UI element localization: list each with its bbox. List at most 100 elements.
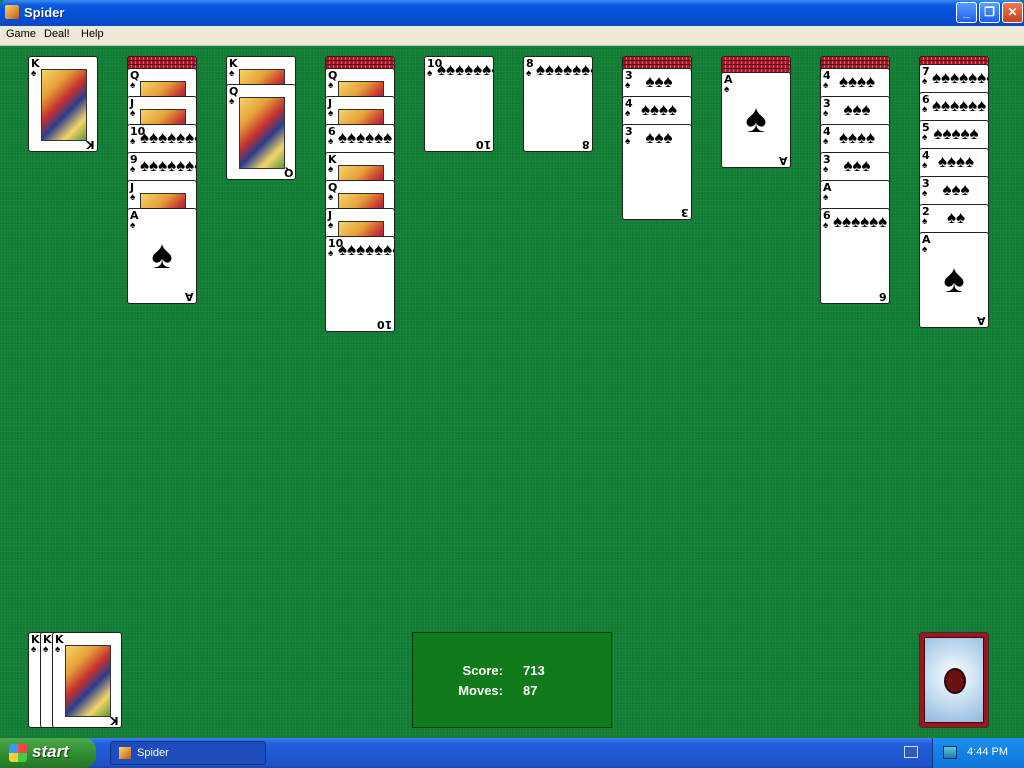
spade-icon: ♠ [328,220,334,231]
card-rank-bottom: A [185,290,194,303]
spade-icon: ♠ [31,68,37,79]
spade-icon: ♠ [823,136,829,147]
spade-icon: ♠ [130,136,136,147]
spade-icon: ♠ [130,164,136,175]
card-rank-bottom: A [977,314,986,327]
spade-icon: ♠ [31,644,37,655]
card-rank-bottom: K [110,714,119,727]
spade-icon: ♠ [922,188,928,199]
spade-icon: ♠ [130,108,136,119]
spade-icon: ♠ [823,108,829,119]
card-pips: ♠♠♠♠♠♠♠♠♠♠ [338,240,394,259]
spade-icon: ♠ [922,216,928,227]
score-value: 713 [523,663,545,678]
card-rank-bottom: 6 [879,290,887,303]
face-card-art [65,645,111,717]
close-button[interactable]: ✕ [1002,2,1023,23]
window-title: Spider [24,5,65,20]
face-card-art [239,97,285,169]
card-6-spades[interactable]: 6♠♠♠♠♠♠♠6 [820,208,890,304]
spade-icon: ♠ [922,160,928,171]
system-tray: 4:44 PM [932,738,1024,768]
spade-icon: ♠ [922,76,928,87]
task-label: Spider [137,747,169,759]
moves-label: Moves: [458,683,503,698]
score-panel: Score: 713 Moves: 87 [412,632,612,728]
card-K-spades[interactable]: K♠K [28,56,98,152]
spade-icon: ♠ [229,68,235,79]
completed-suit-card[interactable]: K♠K [52,632,122,728]
card-pips: ♠♠♠♠♠♠ [833,212,888,231]
card-A-spades[interactable]: A♠♠A [721,72,791,168]
card-3-spades[interactable]: 3♠♠♠♠3 [622,124,692,220]
windows-logo-icon [9,744,27,762]
taskbar: start Spider 4:44 PM [0,738,1024,768]
card-rank-bottom: 3 [681,206,689,219]
card-10-spades[interactable]: 10♠♠♠♠♠♠♠♠♠♠♠10 [424,56,494,152]
spider-task-icon [119,747,131,759]
card-pips: ♠♠♠♠♠♠♠♠ [536,60,592,79]
spade-icon: ♠ [328,192,334,203]
menu-bar: Game Deal! Help [0,26,1024,46]
card-rank-bottom: Q [283,166,293,179]
card-10-spades[interactable]: 10♠♠♠♠♠♠♠♠♠♠♠10 [325,236,395,332]
card-rank-bottom: 10 [475,138,491,151]
spade-icon: ♠ [328,136,334,147]
spade-icon: ♠ [55,644,61,655]
ace-spade-icon: ♠ [943,257,965,301]
spade-icon: ♠ [823,164,829,175]
menu-deal[interactable]: Deal! [44,28,70,40]
card-pips: ♠♠♠ [645,128,673,147]
card-Q-spades[interactable]: Q♠Q [226,84,296,180]
spade-icon: ♠ [823,220,829,231]
spade-icon: ♠ [922,104,928,115]
maximize-button[interactable]: ❐ [979,2,1000,23]
spade-icon: ♠ [130,192,136,203]
spider-icon [944,668,966,694]
minimize-button[interactable]: _ [956,2,977,23]
spade-icon: ♠ [625,108,631,119]
spade-icon: ♠ [625,136,631,147]
spade-icon: ♠ [724,84,730,95]
spade-icon: ♠ [130,80,136,91]
spade-icon: ♠ [229,96,235,107]
menu-game[interactable]: Game [6,28,36,40]
spade-icon: ♠ [130,220,136,231]
face-card-art [41,69,87,141]
spade-icon: ♠ [526,68,532,79]
spade-icon: ♠ [427,68,433,79]
score-label: Score: [462,663,503,678]
keyboard-icon[interactable] [904,746,918,758]
spider-web-icon [924,637,984,723]
spade-icon: ♠ [922,132,928,143]
card-rank-bottom: 8 [582,138,590,151]
card-8-spades[interactable]: 8♠♠♠♠♠♠♠♠♠8 [523,56,593,152]
taskbar-item-spider[interactable]: Spider [110,741,266,765]
clock: 4:44 PM [967,746,1008,758]
spade-icon: ♠ [823,80,829,91]
card-pips: ♠♠♠♠♠♠♠♠♠♠ [437,60,493,79]
moves-value: 87 [523,683,538,698]
spade-icon: ♠ [922,244,928,255]
title-bar[interactable]: Spider _ ❐ ✕ [0,0,1024,26]
card-rank-bottom: 10 [376,318,392,331]
card-A-spades[interactable]: A♠♠A [919,232,989,328]
stock-deal-pile[interactable] [919,632,989,728]
start-label: start [32,742,69,761]
spade-icon: ♠ [823,192,829,203]
ace-spade-icon: ♠ [151,233,173,277]
card-rank-bottom: A [779,154,788,167]
ace-spade-icon: ♠ [745,97,767,141]
spade-icon: ♠ [328,108,334,119]
card-rank-bottom: K [86,138,95,151]
spider-app-icon [5,5,19,19]
card-A-spades[interactable]: A♠♠A [127,208,197,304]
network-icon[interactable] [943,746,957,759]
spade-icon: ♠ [328,80,334,91]
spade-icon: ♠ [328,164,334,175]
spade-icon: ♠ [43,644,49,655]
start-button[interactable]: start [0,738,96,768]
spade-icon: ♠ [328,248,334,259]
spade-icon: ♠ [625,80,631,91]
menu-help[interactable]: Help [81,28,104,40]
